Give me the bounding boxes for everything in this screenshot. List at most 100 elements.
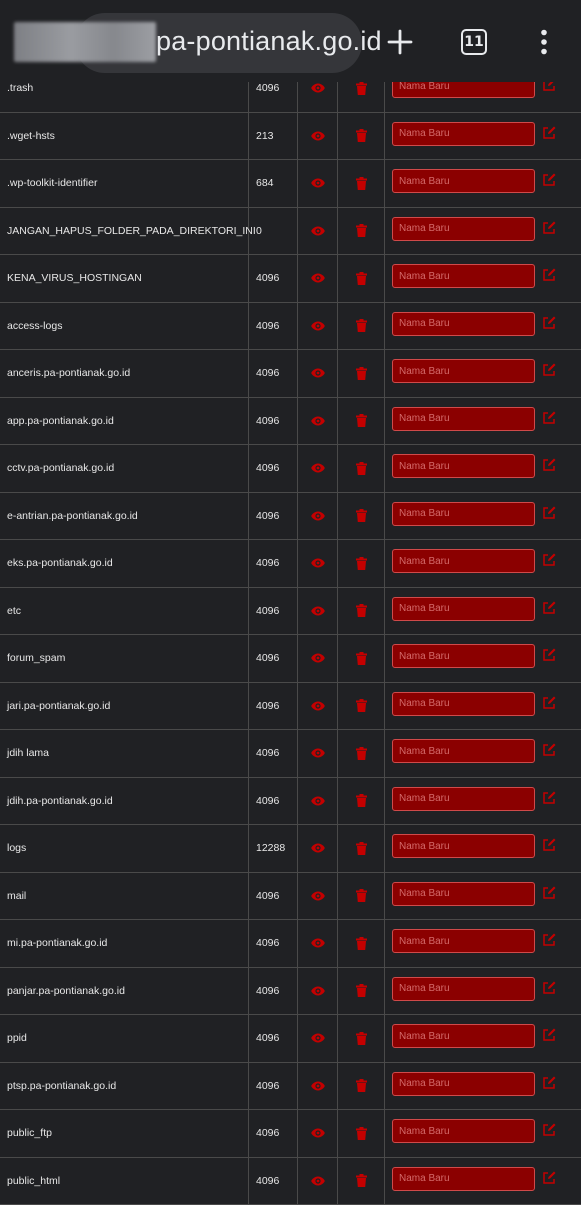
delete-button[interactable] bbox=[356, 984, 367, 997]
view-button[interactable] bbox=[311, 606, 325, 616]
rename-input[interactable] bbox=[392, 264, 535, 288]
file-name[interactable]: panjar.pa-pontianak.go.id bbox=[0, 968, 249, 1015]
view-button[interactable] bbox=[311, 558, 325, 568]
rename-input[interactable] bbox=[392, 882, 535, 906]
view-button[interactable] bbox=[311, 986, 325, 996]
rename-submit-button[interactable] bbox=[542, 316, 556, 330]
view-button[interactable] bbox=[311, 511, 325, 521]
rename-input[interactable] bbox=[392, 122, 535, 146]
rename-input[interactable] bbox=[392, 1024, 535, 1048]
view-button[interactable] bbox=[311, 226, 325, 236]
file-name[interactable]: jari.pa-pontianak.go.id bbox=[0, 683, 249, 730]
view-button[interactable] bbox=[311, 1128, 325, 1138]
browser-menu-button[interactable] bbox=[522, 20, 566, 64]
rename-submit-button[interactable] bbox=[542, 743, 556, 757]
rename-submit-button[interactable] bbox=[542, 791, 556, 805]
view-button[interactable] bbox=[311, 653, 325, 663]
view-button[interactable] bbox=[311, 178, 325, 188]
delete-button[interactable] bbox=[356, 414, 367, 427]
view-button[interactable] bbox=[311, 796, 325, 806]
rename-input[interactable] bbox=[392, 312, 535, 336]
delete-button[interactable] bbox=[356, 462, 367, 475]
delete-button[interactable] bbox=[356, 937, 367, 950]
delete-button[interactable] bbox=[356, 272, 367, 285]
view-button[interactable] bbox=[311, 843, 325, 853]
file-name[interactable]: public_html bbox=[0, 1158, 249, 1205]
file-name[interactable]: eks.pa-pontianak.go.id bbox=[0, 540, 249, 587]
rename-submit-button[interactable] bbox=[542, 126, 556, 140]
tab-switcher-button[interactable]: 11 bbox=[452, 20, 496, 64]
delete-button[interactable] bbox=[356, 1127, 367, 1140]
rename-submit-button[interactable] bbox=[542, 601, 556, 615]
file-name[interactable]: jdih lama bbox=[0, 730, 249, 777]
rename-submit-button[interactable] bbox=[542, 506, 556, 520]
new-tab-button[interactable] bbox=[378, 20, 422, 64]
rename-input[interactable] bbox=[392, 454, 535, 478]
delete-button[interactable] bbox=[356, 699, 367, 712]
rename-submit-button[interactable] bbox=[542, 458, 556, 472]
view-button[interactable] bbox=[311, 748, 325, 758]
file-name[interactable]: public_ftp bbox=[0, 1110, 249, 1157]
rename-submit-button[interactable] bbox=[542, 1076, 556, 1090]
rename-submit-button[interactable] bbox=[542, 1123, 556, 1137]
delete-button[interactable] bbox=[356, 1032, 367, 1045]
view-button[interactable] bbox=[311, 416, 325, 426]
rename-input[interactable] bbox=[392, 169, 535, 193]
delete-button[interactable] bbox=[356, 652, 367, 665]
file-name[interactable]: ppid bbox=[0, 1015, 249, 1062]
rename-submit-button[interactable] bbox=[542, 696, 556, 710]
view-button[interactable] bbox=[311, 321, 325, 331]
view-button[interactable] bbox=[311, 368, 325, 378]
address-bar-url[interactable]: pa-pontianak.go.id bbox=[156, 26, 382, 57]
view-button[interactable] bbox=[311, 891, 325, 901]
view-button[interactable] bbox=[311, 1081, 325, 1091]
file-name[interactable]: .wp-toolkit-identifier bbox=[0, 160, 249, 207]
rename-submit-button[interactable] bbox=[542, 553, 556, 567]
view-button[interactable] bbox=[311, 463, 325, 473]
delete-button[interactable] bbox=[356, 604, 367, 617]
rename-submit-button[interactable] bbox=[542, 886, 556, 900]
view-button[interactable] bbox=[311, 701, 325, 711]
rename-submit-button[interactable] bbox=[542, 838, 556, 852]
delete-button[interactable] bbox=[356, 1174, 367, 1187]
rename-input[interactable] bbox=[392, 549, 535, 573]
delete-button[interactable] bbox=[356, 367, 367, 380]
view-button[interactable] bbox=[311, 83, 325, 93]
rename-input[interactable] bbox=[392, 644, 535, 668]
delete-button[interactable] bbox=[356, 82, 367, 95]
file-name[interactable]: anceris.pa-pontianak.go.id bbox=[0, 350, 249, 397]
file-name[interactable]: mi.pa-pontianak.go.id bbox=[0, 920, 249, 967]
file-name[interactable]: etc bbox=[0, 588, 249, 635]
rename-input[interactable] bbox=[392, 1072, 535, 1096]
file-name[interactable]: cctv.pa-pontianak.go.id bbox=[0, 445, 249, 492]
delete-button[interactable] bbox=[356, 129, 367, 142]
rename-submit-button[interactable] bbox=[542, 933, 556, 947]
delete-button[interactable] bbox=[356, 224, 367, 237]
rename-submit-button[interactable] bbox=[542, 648, 556, 662]
delete-button[interactable] bbox=[356, 1079, 367, 1092]
rename-submit-button[interactable] bbox=[542, 173, 556, 187]
file-name[interactable]: .wget-hsts bbox=[0, 113, 249, 160]
rename-input[interactable] bbox=[392, 407, 535, 431]
rename-submit-button[interactable] bbox=[542, 1171, 556, 1185]
file-name[interactable]: e-antrian.pa-pontianak.go.id bbox=[0, 493, 249, 540]
delete-button[interactable] bbox=[356, 557, 367, 570]
rename-input[interactable] bbox=[392, 597, 535, 621]
delete-button[interactable] bbox=[356, 177, 367, 190]
rename-submit-button[interactable] bbox=[542, 981, 556, 995]
file-name[interactable]: access-logs bbox=[0, 303, 249, 350]
delete-button[interactable] bbox=[356, 509, 367, 522]
rename-input[interactable] bbox=[392, 739, 535, 763]
file-name[interactable]: jdih.pa-pontianak.go.id bbox=[0, 778, 249, 825]
view-button[interactable] bbox=[311, 1176, 325, 1186]
rename-input[interactable] bbox=[392, 692, 535, 716]
rename-input[interactable] bbox=[392, 502, 535, 526]
rename-submit-button[interactable] bbox=[542, 363, 556, 377]
rename-submit-button[interactable] bbox=[542, 221, 556, 235]
file-name[interactable]: app.pa-pontianak.go.id bbox=[0, 398, 249, 445]
view-button[interactable] bbox=[311, 273, 325, 283]
rename-input[interactable] bbox=[392, 834, 535, 858]
delete-button[interactable] bbox=[356, 794, 367, 807]
file-name[interactable]: mail bbox=[0, 873, 249, 920]
view-button[interactable] bbox=[311, 1033, 325, 1043]
